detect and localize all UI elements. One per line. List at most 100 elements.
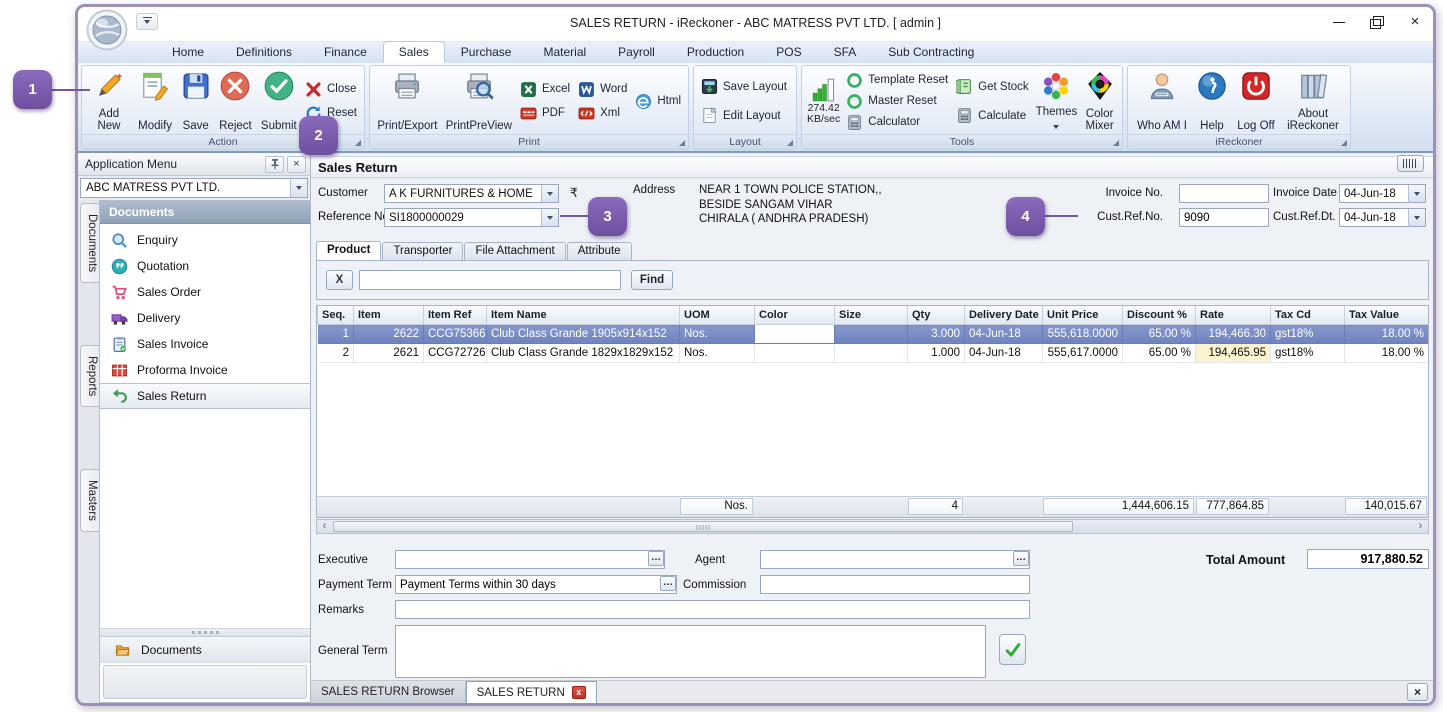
cell-tax-cd[interactable]: gst18% — [1270, 343, 1345, 363]
cell-rate[interactable]: 194,466.30 — [1195, 324, 1271, 344]
cell-size[interactable] — [834, 343, 908, 363]
ireckoner-dialog-launcher-icon[interactable] — [1341, 140, 1347, 146]
who-am-i-button[interactable]: Who AM I — [1131, 68, 1193, 134]
ribbon-tab-production[interactable]: Production — [671, 41, 760, 63]
commission-input[interactable] — [760, 575, 1030, 594]
tab-product[interactable]: Product — [316, 241, 382, 260]
cell-unit-price[interactable]: 555,618.0000 — [1042, 324, 1123, 344]
vertical-tab-reports[interactable]: Reports — [80, 345, 99, 408]
vertical-tab-masters[interactable]: Masters — [80, 469, 99, 533]
customer-select[interactable]: A K FURNITURES & HOME — [384, 184, 559, 203]
close-button[interactable]: Close — [305, 81, 357, 98]
export-html-button[interactable]: Html — [635, 93, 681, 110]
col-item-name[interactable]: Item Name — [486, 306, 680, 325]
submit-button[interactable]: Submit — [257, 68, 301, 134]
col-item-ref[interactable]: Item Ref — [423, 306, 487, 325]
export-word-button[interactable]: Word — [578, 81, 627, 98]
sidebar-item-proforma-invoice[interactable]: Proforma Invoice — [100, 357, 310, 383]
scrollbar-thumb[interactable] — [333, 521, 1073, 532]
log-off-button[interactable]: Log Off — [1231, 68, 1281, 134]
layout-dialog-launcher-icon[interactable] — [787, 140, 793, 146]
cell-color[interactable] — [754, 343, 835, 363]
col-tax-value[interactable]: Tax Value — [1344, 306, 1428, 325]
ribbon-tab-finance[interactable]: Finance — [308, 41, 383, 63]
scroll-left-arrow-icon[interactable]: ‹ — [317, 520, 332, 533]
ribbon-tab-payroll[interactable]: Payroll — [602, 41, 671, 63]
cell-color[interactable] — [754, 324, 835, 344]
export-xml-button[interactable]: Xml — [578, 105, 627, 122]
cell-delivery-date[interactable]: 04-Jun-18 — [964, 343, 1043, 363]
sidebar-item-enquiry[interactable]: Enquiry — [100, 227, 310, 253]
remarks-input[interactable] — [395, 600, 1030, 619]
col-size[interactable]: Size — [834, 306, 908, 325]
sidebar-item-sales-invoice[interactable]: Sales Invoice — [100, 331, 310, 357]
barcode-button[interactable] — [1397, 155, 1424, 172]
scroll-right-arrow-icon[interactable]: › — [1413, 520, 1428, 533]
tab-file-attachment[interactable]: File Attachment — [464, 242, 566, 260]
chevron-down-icon[interactable] — [541, 185, 558, 202]
print-export-button[interactable]: Print/Export — [373, 68, 442, 134]
print-dialog-launcher-icon[interactable] — [679, 140, 685, 146]
calculate-button[interactable]: Calculate — [956, 107, 1029, 124]
print-preview-button[interactable]: PrintPreView — [442, 68, 516, 134]
ribbon-tab-sales[interactable]: Sales — [382, 41, 445, 63]
help-button[interactable]: Help — [1193, 68, 1231, 134]
export-pdf-button[interactable]: PDF — [520, 105, 570, 122]
cell-discount[interactable]: 65.00 % — [1122, 343, 1196, 363]
vertical-tab-documents[interactable]: Documents — [80, 203, 99, 284]
tab-attribute[interactable]: Attribute — [566, 242, 632, 260]
cell-item-ref[interactable]: CCG75366 — [423, 324, 487, 344]
chevron-down-icon[interactable] — [1408, 185, 1425, 202]
calculator-button[interactable]: Calculator — [846, 114, 948, 131]
cell-seq[interactable]: 2 — [317, 343, 354, 363]
cell-tax-cd[interactable]: gst18% — [1270, 324, 1345, 344]
chevron-down-icon[interactable] — [1408, 209, 1425, 226]
cust-ref-no-input[interactable] — [1179, 208, 1269, 227]
restore-button[interactable] — [1369, 15, 1385, 29]
tab-sales-return-active[interactable]: SALES RETURN x — [465, 681, 597, 703]
cell-qty[interactable]: 3.000 — [907, 324, 965, 344]
close-panel-button[interactable]: × — [287, 155, 306, 173]
template-reset-button[interactable]: Template Reset — [846, 72, 948, 89]
chevron-down-icon[interactable] — [290, 179, 307, 197]
cell-item-name[interactable]: Club Class Grande 1829x1829x152 — [486, 343, 680, 363]
close-window-button[interactable]: × — [1407, 14, 1423, 29]
table-row-2[interactable]: 2 2621 CCG72726 Club Class Grande 1829x1… — [317, 343, 1428, 363]
cell-item[interactable]: 2622 — [353, 324, 424, 344]
cell-uom[interactable]: Nos. — [679, 324, 755, 344]
col-seq[interactable]: Seq. — [317, 306, 354, 325]
cell-delivery-date[interactable]: 04-Jun-18 — [964, 324, 1043, 344]
cell-item-ref[interactable]: CCG72726 — [423, 343, 487, 363]
app-logo-globe-icon[interactable] — [86, 9, 128, 51]
cell-item-name[interactable]: Club Class Grande 1905x914x152 — [486, 324, 680, 344]
col-discount[interactable]: Discount % — [1122, 306, 1196, 325]
cell-seq[interactable]: 1 — [317, 324, 354, 344]
action-dialog-launcher-icon[interactable] — [355, 140, 361, 146]
agent-lookup-button[interactable]: … — [1013, 551, 1029, 566]
payment-term-lookup-button[interactable]: … — [660, 576, 676, 591]
sidebar-item-delivery[interactable]: Delivery — [100, 305, 310, 331]
close-tab-icon[interactable]: x — [571, 686, 586, 699]
ribbon-tab-definitions[interactable]: Definitions — [220, 41, 308, 63]
ribbon-tab-subcontracting[interactable]: Sub Contracting — [872, 41, 990, 63]
cell-uom[interactable]: Nos. — [679, 343, 755, 363]
executive-input[interactable] — [395, 550, 665, 569]
master-reset-button[interactable]: Master Reset — [846, 93, 948, 110]
minimize-button[interactable] — [1331, 15, 1347, 29]
color-mixer-button[interactable]: Color Mixer — [1080, 68, 1119, 134]
col-uom[interactable]: UOM — [679, 306, 755, 325]
col-unit-price[interactable]: Unit Price — [1042, 306, 1123, 325]
col-qty[interactable]: Qty — [907, 306, 965, 325]
documents-bottom-button[interactable]: Documents — [100, 636, 310, 663]
col-tax-cd[interactable]: Tax Cd — [1270, 306, 1345, 325]
sidebar-item-sales-return[interactable]: Sales Return — [100, 383, 310, 409]
tab-sales-return-browser[interactable]: SALES RETURN Browser — [311, 681, 466, 703]
sidebar-splitter[interactable] — [100, 628, 310, 636]
themes-button[interactable]: Themes — [1033, 68, 1081, 134]
executive-lookup-button[interactable]: … — [648, 551, 664, 566]
cell-qty[interactable]: 1.000 — [907, 343, 965, 363]
cell-unit-price[interactable]: 555,617.0000 — [1042, 343, 1123, 363]
payment-term-input[interactable] — [395, 575, 677, 594]
col-delivery-date[interactable]: Delivery Date — [964, 306, 1043, 325]
pin-panel-button[interactable] — [265, 155, 284, 173]
